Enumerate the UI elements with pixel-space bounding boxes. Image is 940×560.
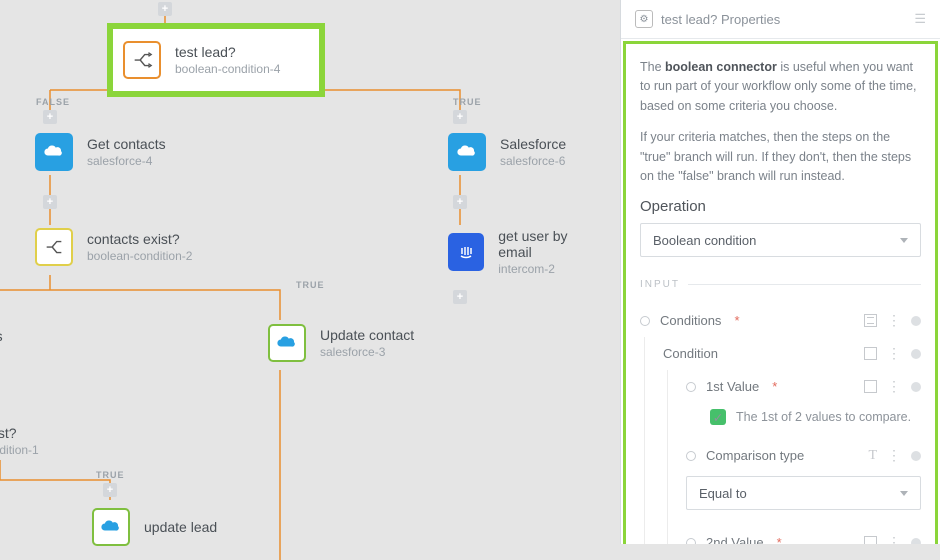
menu-icon[interactable]: ☰ xyxy=(914,11,926,27)
node-sub: intercom-2 xyxy=(498,262,600,276)
field-comparison-type[interactable]: Comparison type T⋮ xyxy=(686,439,921,472)
properties-panel: ⚙ test lead? Properties ☰ The boolean co… xyxy=(620,0,940,544)
node-title: get user by email xyxy=(498,228,600,260)
settings-icon: ⚙ xyxy=(635,10,653,28)
node-get-contacts[interactable]: Get contacts salesforce-4 xyxy=(25,133,186,171)
node-title: Get contacts xyxy=(87,136,166,152)
operation-value: Boolean condition xyxy=(653,233,756,248)
node-update-contact[interactable]: Update contact salesforce-3 xyxy=(258,324,434,362)
branch-true: TRUE xyxy=(453,97,482,107)
add-node[interactable] xyxy=(103,483,117,497)
salesforce-icon xyxy=(92,508,130,546)
list-icon xyxy=(864,347,877,360)
branch-icon xyxy=(35,228,73,266)
field-condition[interactable]: Condition ⋮ xyxy=(663,337,921,370)
salesforce-icon xyxy=(448,133,486,171)
input-divider: INPUT xyxy=(640,279,921,290)
node-sub: boolean-condition-4 xyxy=(175,62,280,76)
node-exist[interactable]: exist? condition-1 xyxy=(0,425,59,457)
add-node[interactable] xyxy=(43,195,57,209)
chevron-down-icon xyxy=(900,491,908,496)
node-sub: salesforce-4 xyxy=(87,154,166,168)
operation-label: Operation xyxy=(640,198,921,215)
salesforce-icon xyxy=(268,324,306,362)
node-title: Salesforce xyxy=(500,136,566,152)
salesforce-icon xyxy=(35,133,73,171)
node-test-lead[interactable]: test lead? boolean-condition-4 xyxy=(112,28,320,92)
node-ads[interactable]: ads xyxy=(0,328,23,344)
workflow-canvas[interactable]: test lead? boolean-condition-4 FALSE TRU… xyxy=(0,0,620,560)
node-title: test lead? xyxy=(175,44,280,60)
list-icon xyxy=(864,314,877,327)
node-sub: condition-1 xyxy=(0,443,39,457)
branch-true: TRUE xyxy=(296,280,325,290)
node-update-lead[interactable]: update lead xyxy=(82,508,237,546)
field-conditions[interactable]: Conditions* ⋮ xyxy=(640,304,921,337)
field-1st-hint: ✓ The 1st of 2 values to compare. xyxy=(686,409,921,425)
edit-icon xyxy=(864,380,877,393)
comparison-select[interactable]: Equal to xyxy=(686,476,921,510)
check-icon: ✓ xyxy=(710,409,726,425)
panel-body: The boolean connector is useful when you… xyxy=(623,41,938,544)
description-2: If your criteria matches, then the steps… xyxy=(640,128,921,186)
add-node[interactable] xyxy=(453,195,467,209)
node-sub: boolean-condition-2 xyxy=(87,249,192,263)
node-title: contacts exist? xyxy=(87,231,192,247)
field-1st-value[interactable]: 1st Value* ⋮ xyxy=(686,370,921,403)
node-title: update lead xyxy=(144,519,217,535)
node-title: Update contact xyxy=(320,327,414,343)
node-contacts-exist[interactable]: contacts exist? boolean-condition-2 xyxy=(25,228,212,266)
node-title: exist? xyxy=(0,425,39,441)
operation-select[interactable]: Boolean condition xyxy=(640,223,921,257)
node-title: ads xyxy=(0,328,3,344)
panel-title: test lead? Properties xyxy=(661,12,780,27)
node-get-user[interactable]: get user by email intercom-2 xyxy=(438,228,620,276)
chevron-down-icon xyxy=(900,238,908,243)
branch-icon xyxy=(123,41,161,79)
edit-icon xyxy=(864,536,877,544)
node-sub: salesforce-6 xyxy=(500,154,566,168)
add-node[interactable] xyxy=(453,290,467,304)
branch-true: TRUE xyxy=(96,470,125,480)
add-node[interactable] xyxy=(453,110,467,124)
panel-header: ⚙ test lead? Properties ☰ xyxy=(621,0,940,39)
intercom-icon xyxy=(448,233,484,271)
node-sub: salesforce-3 xyxy=(320,345,414,359)
description: The boolean connector is useful when you… xyxy=(640,58,921,116)
field-2nd-value[interactable]: 2nd Value* ⋮ xyxy=(686,526,921,544)
add-node-top[interactable] xyxy=(158,2,172,16)
text-icon: T xyxy=(868,448,877,464)
radio-icon xyxy=(640,316,650,326)
field-tools[interactable]: ⋮ xyxy=(864,312,921,329)
node-salesforce[interactable]: Salesforce salesforce-6 xyxy=(438,133,586,171)
branch-false: FALSE xyxy=(36,97,70,107)
add-node[interactable] xyxy=(43,110,57,124)
